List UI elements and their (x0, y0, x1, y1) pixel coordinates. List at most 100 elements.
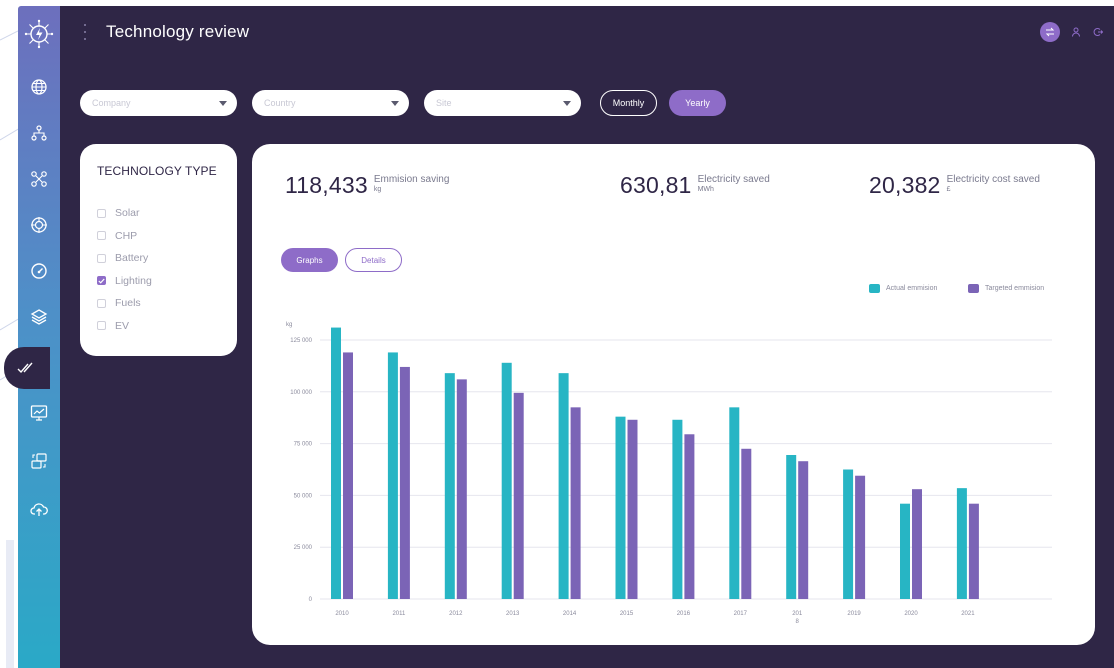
logout-icon[interactable] (1092, 26, 1104, 38)
bar-targeted-2010 (343, 352, 353, 599)
y-tick-label: 100 000 (290, 390, 312, 396)
checkbox[interactable] (97, 298, 106, 308)
technology-option-lighting[interactable]: Lighting (97, 270, 152, 293)
x-tick-label: 201 8 (792, 611, 803, 625)
top-actions (1040, 22, 1104, 42)
company-input[interactable] (80, 90, 237, 116)
x-tick-label: 2013 (506, 611, 520, 617)
technology-option-battery[interactable]: Battery (97, 247, 152, 270)
x-tick-label: 2021 (961, 611, 975, 617)
bar-actual-2013 (501, 362, 512, 599)
results-card: 118,433 Emmision saving kg 630,81 Electr… (252, 144, 1095, 645)
bar-targeted-2020 (912, 489, 922, 599)
technology-type-card: TECHNOLOGY TYPE Solar CHP Battery Lighting F… (80, 144, 237, 356)
monthly-button[interactable]: Monthly (600, 90, 657, 116)
globe-icon[interactable] (18, 72, 60, 102)
country-input[interactable] (252, 90, 409, 116)
checkbox[interactable] (97, 231, 106, 241)
gauge-icon[interactable] (18, 256, 60, 286)
technology-option-solar[interactable]: Solar (97, 202, 152, 225)
bar-targeted-2021 (968, 503, 979, 599)
technology-option-label: Fuels (115, 297, 141, 310)
y-tick-label: 50 000 (294, 493, 313, 499)
bar-actual-2012 (444, 373, 455, 599)
network-icon[interactable] (18, 164, 60, 194)
more-menu-icon[interactable] (82, 24, 88, 40)
x-tick-label: 2019 (847, 611, 861, 617)
technology-option-label: Battery (115, 252, 149, 265)
x-tick-label: 2016 (677, 611, 691, 617)
y-tick-label: 125 000 (290, 338, 312, 344)
page-title: Technology review (106, 22, 250, 41)
bar-actual-2014 (558, 373, 569, 599)
technology-option-label: Solar (115, 207, 140, 220)
hierarchy-icon[interactable] (18, 118, 60, 148)
y-tick-label: 25 000 (294, 545, 313, 551)
bar-actual-2011 (387, 352, 398, 599)
logo-icon[interactable] (18, 12, 60, 56)
bar-targeted-2019 (855, 475, 866, 599)
cloud-upload-icon[interactable] (18, 494, 60, 524)
check-icon (98, 278, 105, 284)
country-select[interactable] (252, 90, 409, 116)
x-tick-label: 2010 (335, 611, 349, 617)
x-tick-label: 2014 (563, 611, 577, 617)
bar-targeted-2011 (399, 366, 410, 599)
checkbox[interactable] (97, 321, 106, 331)
x-tick-label: 2017 (734, 611, 748, 617)
x-tick-label: 2011 (392, 611, 406, 617)
target-icon[interactable] (18, 210, 60, 240)
technology-option-label: EV (115, 319, 130, 332)
technology-option-label: CHP (115, 229, 138, 242)
transfer-icon[interactable] (18, 446, 60, 476)
bar-actual-2021 (956, 488, 967, 599)
bar-actual-2017 (729, 407, 740, 599)
site-input[interactable] (424, 90, 581, 116)
technology-option-fuels[interactable]: Fuels (97, 292, 152, 315)
bar-targeted-2012 (456, 379, 467, 599)
app-frame: Technology review Monthly Yearly (0, 0, 1114, 668)
chevron-down-icon (563, 101, 571, 106)
bar-actual-2020 (900, 503, 910, 599)
company-select[interactable] (80, 90, 237, 116)
technology-option-ev[interactable]: EV (97, 315, 152, 338)
chevron-down-icon (219, 101, 227, 106)
bar-targeted-2015 (627, 419, 638, 599)
x-tick-label: 2020 (904, 611, 918, 617)
y-tick-label: 0 (309, 597, 313, 603)
checkbox[interactable] (97, 253, 106, 263)
bar-actual-2018 (786, 454, 797, 599)
x-tick-label: 2012 (449, 611, 463, 617)
sidebar (18, 6, 60, 668)
sidebar-item-technology-review[interactable] (4, 347, 50, 389)
bar-actual-2010 (331, 327, 341, 599)
technology-option-label: Lighting (115, 274, 152, 287)
yearly-button[interactable]: Yearly (669, 90, 726, 116)
bar-actual-2015 (615, 416, 626, 599)
swap-icon (1045, 27, 1055, 37)
y-axis-unit-label: kg (286, 322, 292, 328)
layers-icon[interactable] (18, 302, 60, 332)
bar-targeted-2017 (741, 448, 752, 599)
technology-list: Solar CHP Battery Lighting Fuels EV (97, 202, 152, 337)
checkmark-icon (17, 362, 33, 374)
technology-option-chp[interactable]: CHP (97, 225, 152, 248)
bar-actual-2016 (672, 419, 683, 599)
main-area: Technology review Monthly Yearly (60, 6, 1114, 668)
bar-targeted-2014 (570, 407, 581, 599)
bar-targeted-2013 (513, 392, 524, 599)
bar-targeted-2018 (798, 461, 809, 599)
swap-button[interactable] (1040, 22, 1060, 42)
user-icon[interactable] (1070, 26, 1082, 38)
checkbox[interactable] (97, 276, 106, 286)
y-tick-label: 75 000 (294, 442, 313, 448)
site-select[interactable] (424, 90, 581, 116)
checkbox[interactable] (97, 208, 106, 218)
chevron-down-icon (391, 101, 399, 106)
monitor-chart-icon[interactable] (18, 398, 60, 428)
x-tick-label: 2015 (620, 611, 634, 617)
bar-actual-2019 (843, 469, 854, 599)
emission-bar-chart: kg 0 25 000 50 000 75 000 100 000 125 000 2010 2… (286, 322, 1052, 625)
technology-type-title: TECHNOLOGY TYPE (97, 164, 217, 178)
background-decoration (0, 29, 20, 668)
